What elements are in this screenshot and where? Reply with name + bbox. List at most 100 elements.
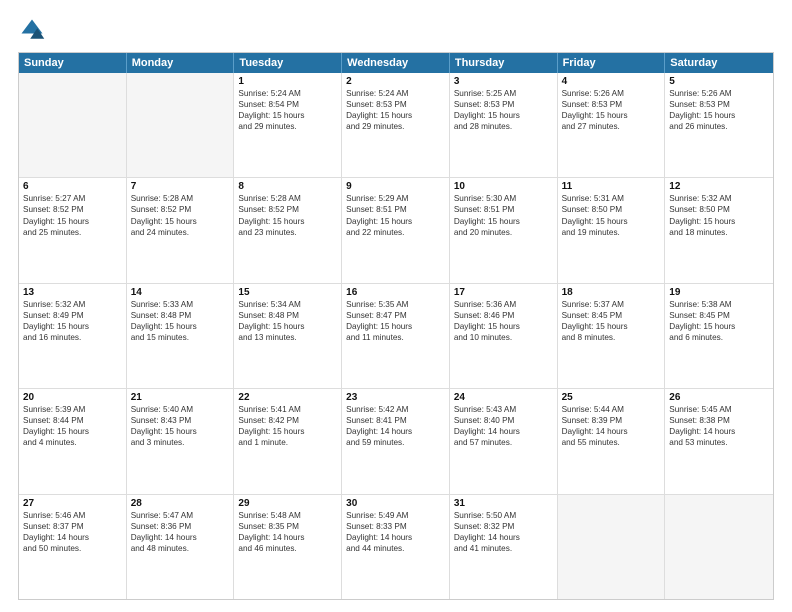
calendar-body: 1Sunrise: 5:24 AMSunset: 8:54 PMDaylight… xyxy=(19,73,773,599)
cell-info-line: and 41 minutes. xyxy=(454,543,553,554)
cell-info-line: Sunrise: 5:31 AM xyxy=(562,193,661,204)
cell-info-line: Sunrise: 5:28 AM xyxy=(238,193,337,204)
cell-info-line: Sunrise: 5:50 AM xyxy=(454,510,553,521)
cell-info-line: Daylight: 15 hours xyxy=(346,216,445,227)
cell-info-line: Sunset: 8:51 PM xyxy=(454,204,553,215)
cell-info-line: and 6 minutes. xyxy=(669,332,769,343)
day-number: 9 xyxy=(346,181,445,192)
day-number: 28 xyxy=(131,498,230,509)
cell-info-line: Sunrise: 5:38 AM xyxy=(669,299,769,310)
cell-info-line: Sunrise: 5:26 AM xyxy=(669,88,769,99)
calendar-cell xyxy=(127,73,235,177)
cell-info-line: Sunrise: 5:43 AM xyxy=(454,404,553,415)
cell-info-line: Daylight: 15 hours xyxy=(238,321,337,332)
cell-info-line: Sunrise: 5:28 AM xyxy=(131,193,230,204)
cell-info-line: and 19 minutes. xyxy=(562,227,661,238)
day-number: 16 xyxy=(346,287,445,298)
cell-info-line: and 25 minutes. xyxy=(23,227,122,238)
weekday-header: Saturday xyxy=(665,53,773,73)
calendar-cell: 10Sunrise: 5:30 AMSunset: 8:51 PMDayligh… xyxy=(450,178,558,282)
cell-info-line: Sunset: 8:42 PM xyxy=(238,415,337,426)
day-number: 12 xyxy=(669,181,769,192)
cell-info-line: and 26 minutes. xyxy=(669,121,769,132)
cell-info-line: and 27 minutes. xyxy=(562,121,661,132)
calendar-cell: 18Sunrise: 5:37 AMSunset: 8:45 PMDayligh… xyxy=(558,284,666,388)
day-number: 2 xyxy=(346,76,445,87)
cell-info-line: Sunrise: 5:29 AM xyxy=(346,193,445,204)
calendar-cell: 12Sunrise: 5:32 AMSunset: 8:50 PMDayligh… xyxy=(665,178,773,282)
day-number: 11 xyxy=(562,181,661,192)
cell-info-line: Sunrise: 5:48 AM xyxy=(238,510,337,521)
cell-info-line: Sunrise: 5:39 AM xyxy=(23,404,122,415)
cell-info-line: Sunrise: 5:25 AM xyxy=(454,88,553,99)
header xyxy=(18,16,774,44)
day-number: 21 xyxy=(131,392,230,403)
calendar-cell xyxy=(19,73,127,177)
logo xyxy=(18,16,50,44)
calendar-row: 6Sunrise: 5:27 AMSunset: 8:52 PMDaylight… xyxy=(19,178,773,283)
calendar-cell: 24Sunrise: 5:43 AMSunset: 8:40 PMDayligh… xyxy=(450,389,558,493)
calendar-cell: 20Sunrise: 5:39 AMSunset: 8:44 PMDayligh… xyxy=(19,389,127,493)
cell-info-line: Sunrise: 5:42 AM xyxy=(346,404,445,415)
day-number: 13 xyxy=(23,287,122,298)
cell-info-line: and 4 minutes. xyxy=(23,437,122,448)
calendar-cell: 4Sunrise: 5:26 AMSunset: 8:53 PMDaylight… xyxy=(558,73,666,177)
weekday-header: Thursday xyxy=(450,53,558,73)
weekday-header: Sunday xyxy=(19,53,127,73)
calendar: SundayMondayTuesdayWednesdayThursdayFrid… xyxy=(18,52,774,600)
page: SundayMondayTuesdayWednesdayThursdayFrid… xyxy=(0,0,792,612)
cell-info-line: and 15 minutes. xyxy=(131,332,230,343)
day-number: 14 xyxy=(131,287,230,298)
calendar-cell: 5Sunrise: 5:26 AMSunset: 8:53 PMDaylight… xyxy=(665,73,773,177)
cell-info-line: and 3 minutes. xyxy=(131,437,230,448)
weekday-header: Tuesday xyxy=(234,53,342,73)
cell-info-line: Sunset: 8:50 PM xyxy=(669,204,769,215)
cell-info-line: Sunset: 8:52 PM xyxy=(23,204,122,215)
weekday-header: Wednesday xyxy=(342,53,450,73)
day-number: 20 xyxy=(23,392,122,403)
cell-info-line: Sunrise: 5:34 AM xyxy=(238,299,337,310)
cell-info-line: and 48 minutes. xyxy=(131,543,230,554)
cell-info-line: and 8 minutes. xyxy=(562,332,661,343)
cell-info-line: and 59 minutes. xyxy=(346,437,445,448)
cell-info-line: Daylight: 15 hours xyxy=(669,216,769,227)
calendar-cell: 1Sunrise: 5:24 AMSunset: 8:54 PMDaylight… xyxy=(234,73,342,177)
cell-info-line: Sunrise: 5:24 AM xyxy=(238,88,337,99)
cell-info-line: Sunrise: 5:40 AM xyxy=(131,404,230,415)
calendar-cell: 17Sunrise: 5:36 AMSunset: 8:46 PMDayligh… xyxy=(450,284,558,388)
day-number: 18 xyxy=(562,287,661,298)
cell-info-line: Sunrise: 5:35 AM xyxy=(346,299,445,310)
cell-info-line: and 53 minutes. xyxy=(669,437,769,448)
cell-info-line: and 44 minutes. xyxy=(346,543,445,554)
cell-info-line: Daylight: 15 hours xyxy=(346,110,445,121)
cell-info-line: and 22 minutes. xyxy=(346,227,445,238)
cell-info-line: and 20 minutes. xyxy=(454,227,553,238)
cell-info-line: Daylight: 15 hours xyxy=(131,426,230,437)
calendar-cell: 8Sunrise: 5:28 AMSunset: 8:52 PMDaylight… xyxy=(234,178,342,282)
cell-info-line: Daylight: 15 hours xyxy=(23,426,122,437)
calendar-cell: 27Sunrise: 5:46 AMSunset: 8:37 PMDayligh… xyxy=(19,495,127,599)
cell-info-line: Daylight: 15 hours xyxy=(23,216,122,227)
cell-info-line: Sunrise: 5:46 AM xyxy=(23,510,122,521)
calendar-cell: 22Sunrise: 5:41 AMSunset: 8:42 PMDayligh… xyxy=(234,389,342,493)
cell-info-line: and 50 minutes. xyxy=(23,543,122,554)
day-number: 4 xyxy=(562,76,661,87)
cell-info-line: Sunrise: 5:45 AM xyxy=(669,404,769,415)
cell-info-line: Daylight: 14 hours xyxy=(346,426,445,437)
cell-info-line: Sunset: 8:32 PM xyxy=(454,521,553,532)
calendar-row: 13Sunrise: 5:32 AMSunset: 8:49 PMDayligh… xyxy=(19,284,773,389)
day-number: 8 xyxy=(238,181,337,192)
day-number: 27 xyxy=(23,498,122,509)
cell-info-line: Sunset: 8:38 PM xyxy=(669,415,769,426)
cell-info-line: Sunset: 8:40 PM xyxy=(454,415,553,426)
day-number: 22 xyxy=(238,392,337,403)
cell-info-line: and 18 minutes. xyxy=(669,227,769,238)
cell-info-line: Sunrise: 5:32 AM xyxy=(23,299,122,310)
cell-info-line: Daylight: 15 hours xyxy=(23,321,122,332)
calendar-cell: 9Sunrise: 5:29 AMSunset: 8:51 PMDaylight… xyxy=(342,178,450,282)
cell-info-line: Sunset: 8:45 PM xyxy=(669,310,769,321)
calendar-cell: 2Sunrise: 5:24 AMSunset: 8:53 PMDaylight… xyxy=(342,73,450,177)
calendar-row: 20Sunrise: 5:39 AMSunset: 8:44 PMDayligh… xyxy=(19,389,773,494)
day-number: 3 xyxy=(454,76,553,87)
weekday-header: Friday xyxy=(558,53,666,73)
